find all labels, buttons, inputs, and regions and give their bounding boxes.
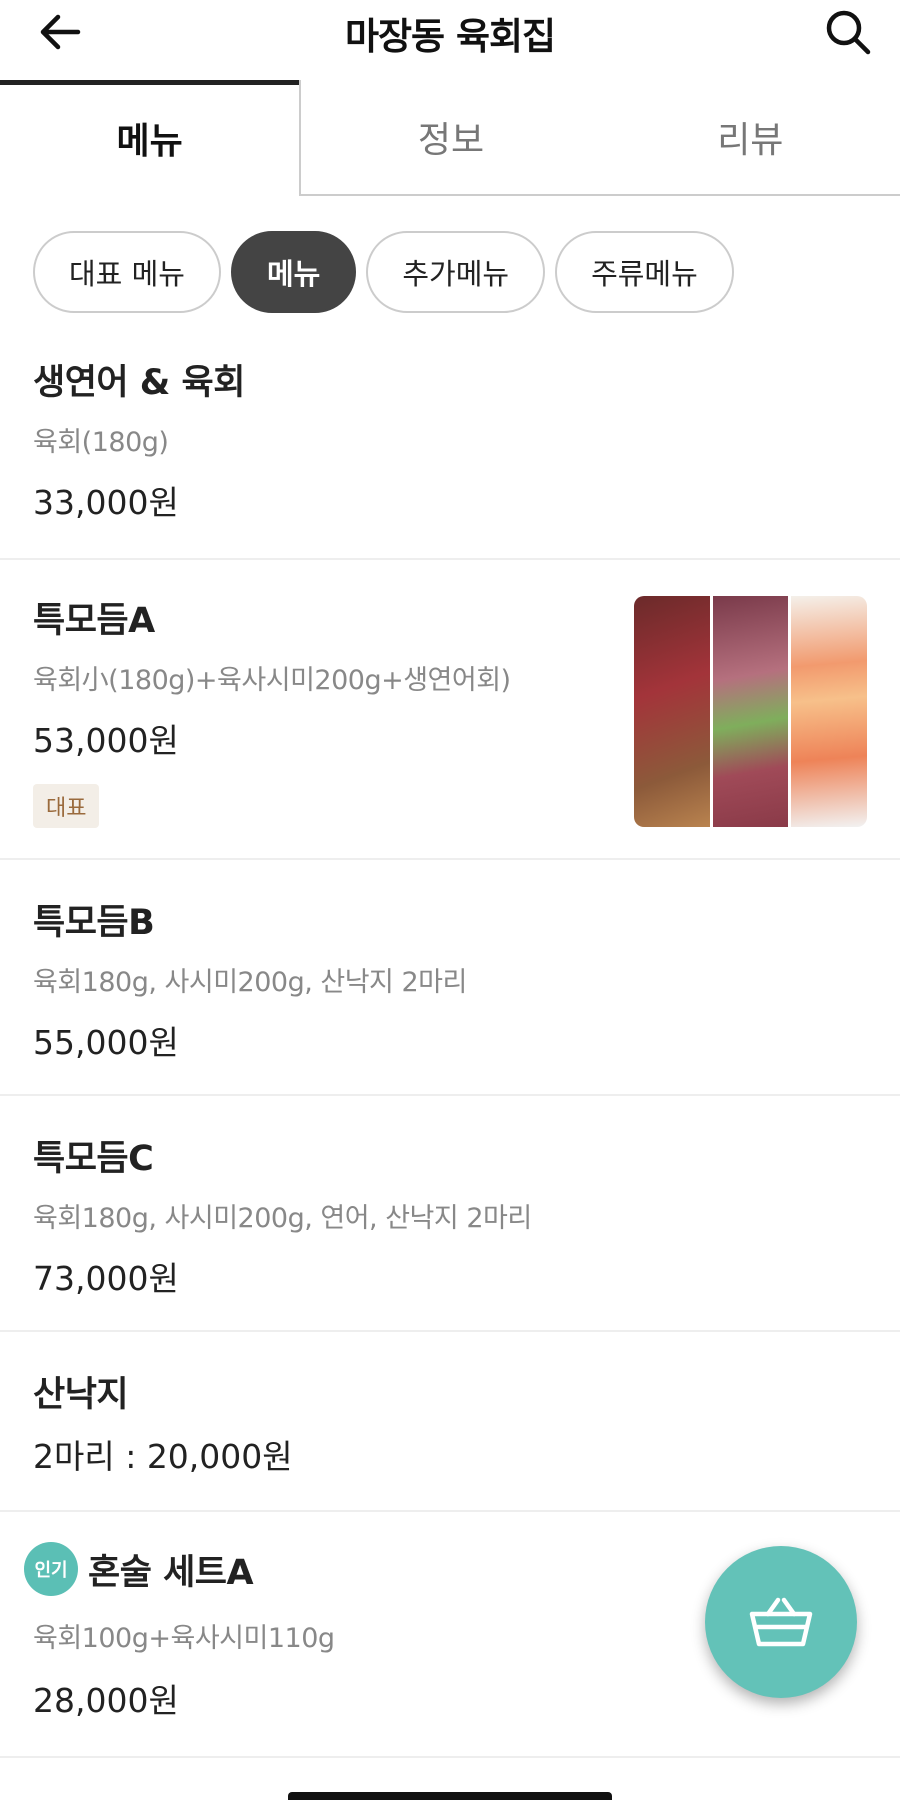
item-name: 산낙지 [33, 1375, 129, 1415]
tab-bar: 메뉴 정보 리뷰 [0, 80, 900, 196]
photo-segment-salmon [788, 596, 867, 827]
chip-additional-menu[interactable]: 추가메뉴 [366, 231, 546, 313]
photo-segment-yukhoe [634, 596, 710, 827]
item-title-row: 인기 혼술 세트A [24, 1542, 254, 1596]
menu-item[interactable]: 특모듬B 육회180g, 사시미200g, 산낙지 2마리 55,000원 [0, 860, 900, 1096]
search-icon [826, 10, 871, 55]
cart-basket-icon [749, 1597, 813, 1647]
tab-info[interactable]: 정보 [301, 80, 601, 196]
tab-menu[interactable]: 메뉴 [0, 80, 302, 196]
menu-item[interactable]: 특모듬C 육회180g, 사시미200g, 연어, 산낙지 2마리 73,000… [0, 1096, 900, 1332]
item-description: 육회180g, 사시미200g, 산낙지 2마리 [33, 967, 467, 998]
search-button[interactable] [818, 4, 878, 60]
chip-menu[interactable]: 메뉴 [230, 231, 357, 313]
signature-badge: 대표 [33, 784, 100, 828]
item-price: 28,000원 [33, 1681, 179, 1720]
menu-list: 생연어 & 육회 육회(180g) 33,000원 특모듬A 육회小(180g)… [0, 328, 900, 1758]
page-title: 마장동 육회집 [344, 15, 556, 58]
item-description: 육회小(180g)+육사시미200g+생연어회) [33, 665, 511, 696]
cart-button[interactable] [705, 1546, 857, 1698]
popular-badge: 인기 [24, 1542, 78, 1596]
item-description: 육회180g, 사시미200g, 연어, 산낙지 2마리 [33, 1203, 532, 1234]
item-description: 육회(180g) [33, 427, 169, 458]
category-chips: 대표 메뉴 메뉴 추가메뉴 주류메뉴 [33, 231, 734, 315]
item-price: 73,000원 [33, 1259, 179, 1298]
item-price: 33,000원 [33, 483, 179, 522]
menu-item[interactable]: 특모듬A 육회小(180g)+육사시미200g+생연어회) 53,000원 대표 [0, 560, 900, 860]
item-price: 53,000원 [33, 721, 179, 760]
home-indicator [288, 1792, 612, 1800]
menu-item-photo[interactable] [634, 596, 867, 827]
chip-signature-menu[interactable]: 대표 메뉴 [33, 231, 221, 313]
item-name: 생연어 & 육회 [33, 363, 245, 403]
item-price: 55,000원 [33, 1023, 179, 1062]
item-name: 특모듬C [33, 1139, 154, 1179]
chip-drinks-menu[interactable]: 주류메뉴 [555, 231, 734, 313]
item-name: 혼술 세트A [88, 1552, 254, 1593]
menu-item[interactable]: 생연어 & 육회 육회(180g) 33,000원 [0, 328, 900, 560]
item-price: 2마리 : 20,000원 [33, 1437, 293, 1476]
app-header: 마장동 육회집 [0, 0, 900, 80]
item-name: 특모듬B [33, 903, 155, 943]
item-description: 육회100g+육사시미110g [33, 1623, 335, 1654]
photo-segment-sashimi [709, 596, 789, 827]
item-name: 특모듬A [33, 601, 155, 641]
menu-item[interactable]: 산낙지 2마리 : 20,000원 [0, 1332, 900, 1512]
tab-reviews[interactable]: 리뷰 [600, 80, 900, 196]
